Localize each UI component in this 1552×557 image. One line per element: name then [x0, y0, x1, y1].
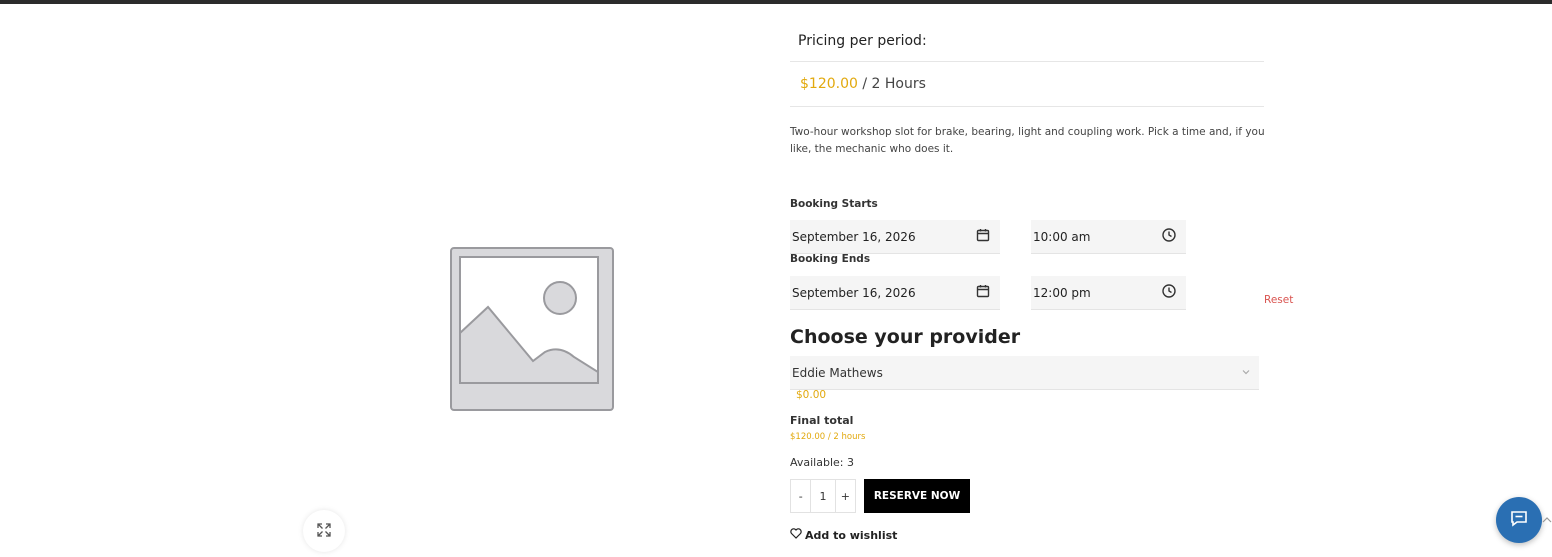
chat-button[interactable]	[1496, 497, 1542, 543]
final-total-label: Final total	[790, 414, 854, 427]
calendar-icon	[976, 228, 990, 245]
pricing-heading: Pricing per period:	[790, 24, 1264, 62]
provider-selected-value: Eddie Mathews	[792, 365, 883, 380]
final-total-value: $120.00 / 2 hours	[790, 432, 866, 442]
start-time-field[interactable]: 10:00 am	[1031, 220, 1186, 254]
provider-cost: $0.00	[796, 389, 827, 401]
availability-text: Available: 3	[790, 456, 854, 469]
booking-starts-label: Booking Starts	[790, 198, 878, 210]
chevron-up-icon	[1542, 512, 1552, 531]
end-time-field[interactable]: 12:00 pm	[1031, 276, 1186, 310]
heart-icon	[790, 528, 802, 542]
price-amount: $120.00	[800, 76, 858, 92]
clock-icon	[1162, 228, 1176, 245]
quantity-input[interactable]: 1	[810, 480, 836, 512]
quantity-increase-button[interactable]: +	[836, 480, 855, 512]
reserve-now-button[interactable]: RESERVE NOW	[864, 479, 970, 513]
expand-icon	[317, 522, 331, 541]
zoom-button[interactable]	[303, 510, 345, 552]
clock-icon	[1162, 284, 1176, 301]
start-date-value: September 16, 2026	[792, 229, 916, 244]
wishlist-label: Add to wishlist	[805, 528, 898, 542]
pricing-row: $120.00 / 2 Hours	[790, 63, 1264, 107]
price-period: / 2 Hours	[862, 76, 926, 92]
scroll-to-top-button[interactable]	[1542, 512, 1552, 526]
reset-link[interactable]: Reset	[1264, 294, 1293, 306]
chevron-down-icon	[1241, 366, 1251, 380]
booking-ends-label: Booking Ends	[790, 253, 871, 265]
end-date-value: September 16, 2026	[792, 285, 916, 300]
provider-select[interactable]: Eddie Mathews	[790, 356, 1259, 390]
add-to-wishlist-link[interactable]: Add to wishlist	[790, 528, 897, 542]
quantity-decrease-button[interactable]: -	[791, 480, 810, 512]
start-date-field[interactable]: September 16, 2026	[790, 220, 1000, 254]
calendar-icon	[976, 284, 990, 301]
provider-title: Choose your provider	[790, 326, 1021, 348]
quantity-stepper: - 1 +	[790, 479, 856, 513]
top-bar	[0, 0, 1552, 4]
product-image-placeholder	[448, 245, 616, 413]
end-time-value: 12:00 pm	[1033, 285, 1091, 300]
chat-icon	[1509, 508, 1529, 532]
end-date-field[interactable]: September 16, 2026	[790, 276, 1000, 310]
start-time-value: 10:00 am	[1033, 229, 1091, 244]
product-description: Two-hour workshop slot for brake, bearin…	[790, 126, 1265, 155]
